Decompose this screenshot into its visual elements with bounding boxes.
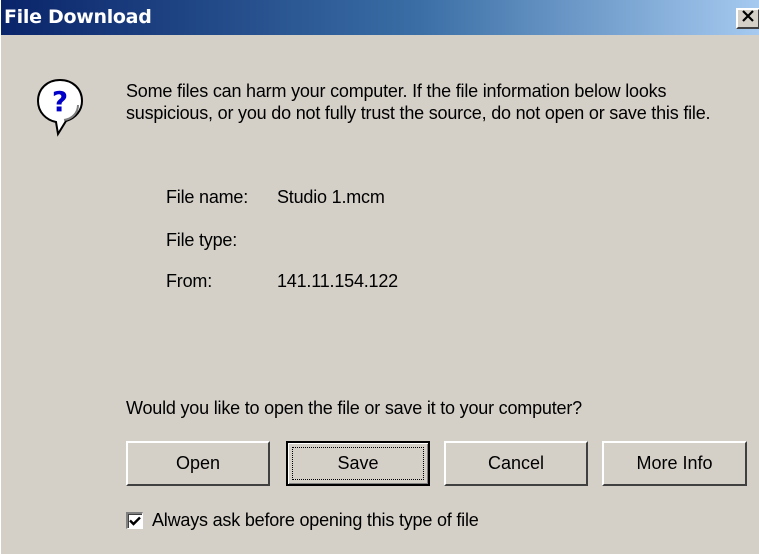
title-bar[interactable]: File Download bbox=[1, 0, 759, 35]
from-value: 141.11.154.122 bbox=[277, 271, 398, 291]
open-or-save-prompt: Would you like to open the file or save … bbox=[126, 398, 582, 418]
from-label: From: bbox=[166, 271, 212, 291]
focus-rectangle bbox=[292, 447, 424, 480]
cancel-button[interactable]: Cancel bbox=[444, 441, 588, 486]
checkmark-icon bbox=[129, 516, 141, 526]
question-icon: ? bbox=[34, 77, 86, 137]
file-type-label: File type: bbox=[166, 230, 238, 250]
open-button[interactable]: Open bbox=[126, 441, 270, 486]
always-ask-label: Always ask before opening this type of f… bbox=[152, 509, 479, 530]
file-download-dialog: File Download ? Some files can harm your… bbox=[0, 0, 759, 554]
more-info-button[interactable]: More Info bbox=[602, 441, 747, 486]
save-button[interactable]: Save bbox=[286, 441, 430, 486]
close-button[interactable] bbox=[736, 8, 759, 29]
always-ask-option[interactable]: Always ask before opening this type of f… bbox=[126, 508, 479, 532]
window-title: File Download bbox=[4, 6, 152, 28]
close-icon bbox=[741, 9, 755, 28]
file-name-label: File name: bbox=[166, 187, 249, 207]
svg-text:?: ? bbox=[52, 85, 68, 118]
always-ask-checkbox[interactable] bbox=[126, 511, 143, 529]
file-name-value: Studio 1.mcm bbox=[277, 187, 385, 207]
warning-message: Some files can harm your computer. If th… bbox=[126, 81, 711, 123]
